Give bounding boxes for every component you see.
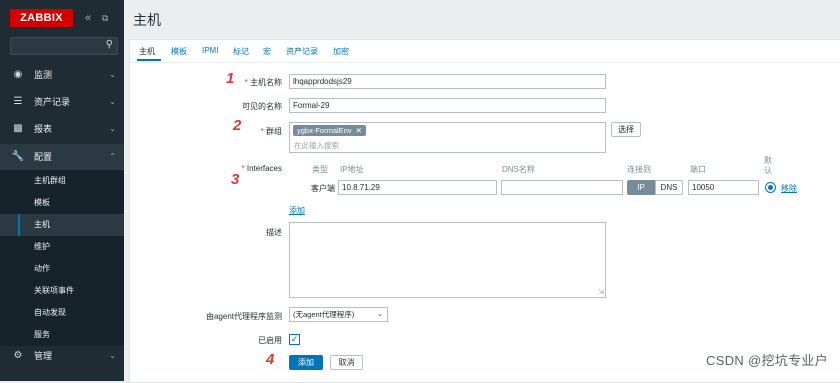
- description-textarea[interactable]: ⇲: [289, 222, 606, 298]
- submenu-event-correlation[interactable]: 关联项事件: [0, 280, 124, 302]
- interface-port-input[interactable]: 10050: [688, 180, 759, 195]
- remove-interface-link[interactable]: 移除: [781, 183, 797, 194]
- interface-dns-input[interactable]: [501, 180, 623, 195]
- sidebar-item-label: 报表: [34, 124, 53, 134]
- active-tab-indicator: [137, 59, 161, 61]
- enabled-checkbox[interactable]: ✓: [289, 334, 300, 345]
- remove-tag-icon[interactable]: ✕: [356, 126, 362, 135]
- interface-header-type: 类型: [312, 165, 328, 174]
- host-name-label: * 主机名称: [244, 78, 282, 87]
- sidebar: ZABBIX « ⧉ ⚲ ◉ 监测 ⌄ ☰ 资产记录 ⌄ ▩ 报表 ⌄ 🔧 配置…: [0, 0, 124, 381]
- submenu-hosts[interactable]: 主机: [0, 214, 124, 236]
- enabled-label: 已启用: [258, 336, 282, 345]
- tab-bar: 主机 模板 IPMI 标记 宏 资产记录 加密: [130, 40, 840, 63]
- group-tag-label: ygbx-FormalEnv: [297, 126, 352, 135]
- resize-grip-icon[interactable]: ⇲: [598, 288, 604, 296]
- tab-templates[interactable]: 模板: [171, 46, 187, 57]
- sidebar-item-reports[interactable]: ▩ 报表 ⌄: [0, 116, 124, 142]
- chevron-up-icon: ⌃: [109, 152, 116, 161]
- sidebar-item-inventory[interactable]: ☰ 资产记录 ⌄: [0, 89, 124, 115]
- interface-header-default: 默认: [764, 156, 772, 175]
- gear-icon: ⚙: [13, 350, 23, 361]
- interface-header-ip: IP地址: [340, 165, 364, 174]
- description-label: 描述: [266, 228, 282, 237]
- kiosk-mode-icon[interactable]: ⧉: [102, 11, 108, 25]
- tab-ipmi[interactable]: IPMI: [202, 46, 218, 55]
- zabbix-logo[interactable]: ZABBIX: [10, 9, 73, 27]
- proxy-selected-value: (无agent代理程序): [293, 310, 355, 319]
- submenu-actions[interactable]: 动作: [0, 258, 124, 280]
- groups-multiselect[interactable]: ygbx-FormalEnv ✕ 在此输入搜索: [289, 122, 606, 153]
- group-tag: ygbx-FormalEnv ✕: [293, 125, 366, 136]
- select-groups-button[interactable]: 选择: [611, 122, 641, 137]
- sidebar-item-label: 资产记录: [34, 97, 71, 107]
- interface-header-connect: 连接到: [627, 165, 651, 174]
- sidebar-search-input[interactable]: ⚲: [10, 37, 118, 55]
- visible-name-input[interactable]: Formal-29: [289, 98, 606, 113]
- sidebar-item-configuration[interactable]: 🔧 配置 ⌃: [0, 144, 124, 170]
- annotation-3: 3: [231, 171, 240, 188]
- page-title: 主机: [133, 12, 161, 28]
- sidebar-item-label: 管理: [34, 351, 53, 361]
- connect-ip-toggle[interactable]: IP: [627, 180, 655, 195]
- sidebar-item-administration[interactable]: ⚙ 管理 ⌄: [0, 343, 124, 369]
- configuration-submenu: 主机群组 模板 主机 维护 动作 关联项事件 自动发现 服务: [0, 170, 124, 346]
- submenu-discovery[interactable]: 自动发现: [0, 302, 124, 324]
- chevron-down-icon: ⌄: [377, 311, 383, 318]
- search-icon[interactable]: ⚲: [106, 39, 113, 50]
- tab-encryption[interactable]: 加密: [333, 46, 349, 57]
- chevron-down-icon: ⌄: [109, 124, 116, 133]
- host-name-input[interactable]: lhqapprdodsjs29: [289, 74, 606, 89]
- submenu-host-groups[interactable]: 主机群组: [0, 170, 124, 192]
- annotation-1: 1: [226, 70, 235, 87]
- sidebar-item-label: 监测: [34, 70, 53, 80]
- tab-tags[interactable]: 标记: [233, 46, 249, 57]
- watermark: CSDN @挖坑专业户: [706, 353, 828, 368]
- interface-type: 客户端: [311, 184, 335, 193]
- interface-header-port: 端口: [690, 165, 706, 174]
- sidebar-item-label: 配置: [34, 152, 53, 162]
- interface-header-dns: DNS名称: [502, 165, 535, 174]
- chevron-down-icon: ⌄: [109, 70, 116, 79]
- interfaces-label: * Interfaces: [241, 164, 282, 173]
- interface-ip-input[interactable]: 10.8.71.29: [338, 180, 497, 195]
- annotation-2: 2: [233, 117, 242, 134]
- submenu-maintenance[interactable]: 维护: [0, 236, 124, 258]
- cancel-button[interactable]: 取消: [330, 355, 363, 370]
- eye-icon: ◉: [13, 69, 23, 80]
- groups-search-input[interactable]: 在此输入搜索: [294, 140, 339, 151]
- annotation-4: 4: [266, 351, 275, 368]
- sidebar-item-monitoring[interactable]: ◉ 监测 ⌄: [0, 62, 124, 88]
- tab-inventory[interactable]: 资产记录: [286, 46, 318, 57]
- visible-name-label: 可见的名称: [242, 102, 282, 111]
- chevron-down-icon: ⌄: [109, 97, 116, 106]
- chart-icon: ▩: [13, 123, 23, 134]
- connect-dns-toggle[interactable]: DNS: [655, 180, 683, 195]
- proxy-select[interactable]: (无agent代理程序) ⌄: [289, 307, 388, 322]
- wrench-icon: 🔧: [11, 151, 25, 162]
- list-icon: ☰: [13, 96, 23, 107]
- proxy-label: 由agent代理程序监测: [205, 312, 282, 321]
- add-button[interactable]: 添加: [289, 355, 323, 370]
- host-form-panel: 主机 模板 IPMI 标记 宏 资产记录 加密: [129, 39, 840, 383]
- tab-macros[interactable]: 宏: [263, 46, 271, 57]
- groups-label: * 群组: [260, 127, 282, 136]
- chevron-down-icon: ⌄: [109, 351, 116, 360]
- tab-host[interactable]: 主机: [139, 46, 155, 57]
- add-interface-link[interactable]: 添加: [289, 205, 305, 216]
- default-interface-radio[interactable]: [765, 182, 776, 193]
- submenu-templates[interactable]: 模板: [0, 192, 124, 214]
- collapse-sidebar-icon[interactable]: «: [85, 11, 91, 25]
